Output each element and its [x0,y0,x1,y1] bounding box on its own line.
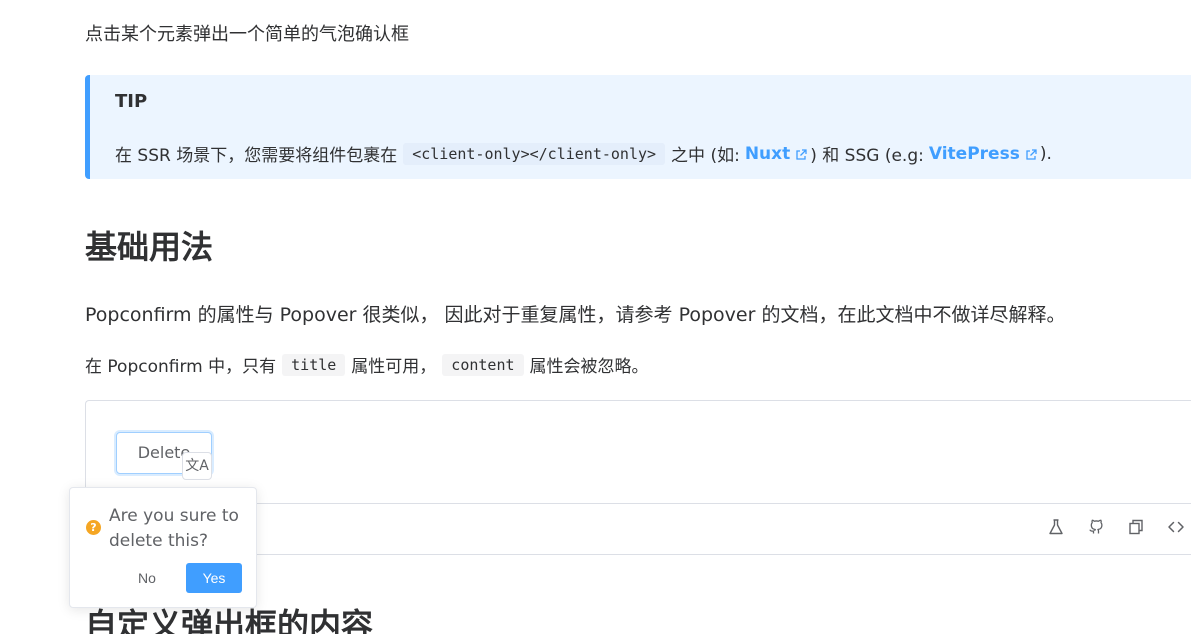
intro-text: 点击某个元素弹出一个简单的气泡确认框 [85,24,409,45]
section-heading: 基础用法 [85,228,214,266]
vitepress-link[interactable]: VitePress [929,144,1020,164]
tip-body: 在 SSR 场景下，您需要将组件包裹在 <client-only></clien… [115,141,1052,166]
tip-text-after: ). [1039,143,1052,164]
usage-mid: 属性可用， [351,357,437,377]
external-link-icon [1026,148,1037,160]
code-icon[interactable] [1167,518,1185,536]
popconfirm-popover: ? Are you sure to delete this? No Yes [69,487,257,608]
confirm-button[interactable]: Yes [186,563,242,593]
translate-icon[interactable]: 文A [182,452,212,480]
usage-before: 在 Popconfirm 中，只有 [85,357,277,377]
github-icon[interactable] [1087,518,1105,536]
usage-after: 属性会被忽略。 [529,357,649,377]
tip-text-before: 在 SSR 场景下，您需要将组件包裹在 [115,146,398,166]
tip-block: TIP 在 SSR 场景下，您需要将组件包裹在 <client-only></c… [85,75,1191,179]
tip-title: TIP [115,91,148,112]
question-icon: ? [86,520,101,535]
demo-toolbar [1047,518,1185,536]
content-code: content [442,353,524,376]
usage-paragraph: 在 Popconfirm 中，只有 title 属性可用， content 属性… [85,352,649,377]
description-paragraph: Popconfirm 的属性与 Popover 很类似， 因此对于重复属性，请参… [85,304,1066,326]
copy-icon[interactable] [1127,518,1145,536]
title-code: title [282,353,346,376]
tip-text-mid2: ) 和 SSG (e.g: [810,146,924,166]
nuxt-link[interactable]: Nuxt [745,144,790,164]
popconfirm-title: Are you sure to delete this? [109,506,239,551]
flask-icon[interactable] [1047,518,1065,536]
tip-text-mid: 之中 (如: [671,146,740,166]
external-link-icon [796,148,807,160]
tip-code: <client-only></client-only> [403,142,666,165]
cancel-button[interactable]: No [130,564,164,592]
